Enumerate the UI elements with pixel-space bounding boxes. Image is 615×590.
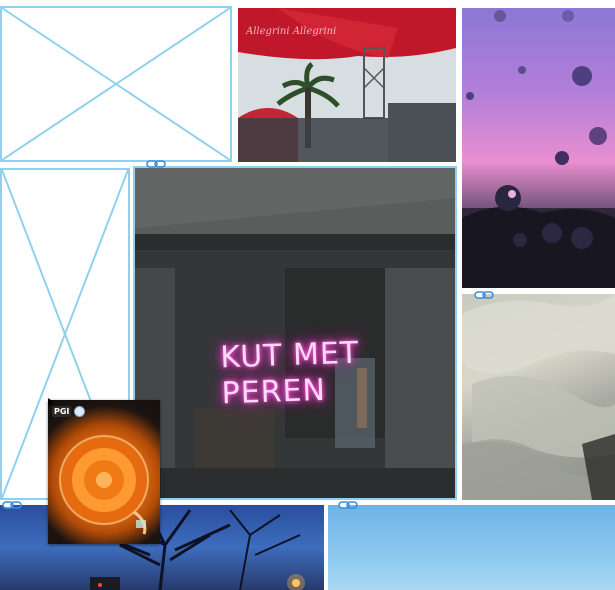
empty-frame-top-left[interactable] [0,6,232,162]
badge-circle-icon [74,406,86,417]
layout-canvas: Allegrini Allegrini KUT MET PEREN PGI [0,0,615,590]
raindrops-photo[interactable] [462,8,615,288]
sky-photo[interactable] [328,505,615,590]
fabric-photo-art [462,294,615,500]
tea-cup-thumbnail[interactable]: PGI [48,400,160,544]
placeholder-cross-icon [2,8,230,160]
link-chain-icon[interactable] [2,499,22,511]
umbrella-print-text: Allegrini Allegrini [246,26,337,37]
link-chain-icon[interactable] [474,289,494,301]
play-triangle-icon[interactable] [48,398,54,406]
thumbnail-badge: PGI [52,406,86,417]
neon-photo-art [135,168,455,498]
fabric-photo[interactable] [462,294,615,500]
link-chain-icon[interactable] [146,158,166,170]
tea-cup-art [59,435,149,535]
link-chain-icon[interactable] [338,499,358,511]
raindrops-art [462,10,615,288]
umbrella-photo[interactable]: Allegrini Allegrini [238,8,456,162]
thumbnail-badge-text: PGI [52,406,72,417]
neon-photo[interactable]: KUT MET PEREN [133,166,457,500]
neon-sign-text: KUT MET PEREN [219,335,360,412]
